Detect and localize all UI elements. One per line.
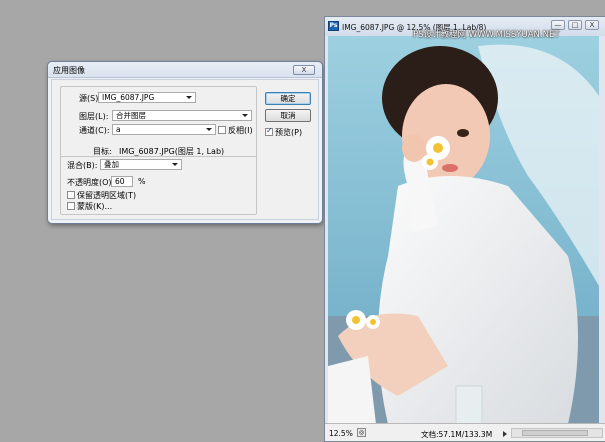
status-info-icon[interactable]: ◎ bbox=[357, 428, 366, 437]
blending-select[interactable]: 叠加 bbox=[100, 159, 182, 170]
mask-label: 蒙版(K)... bbox=[77, 202, 113, 211]
preserve-transparency-label: 保留透明区域(T) bbox=[77, 191, 137, 200]
preview-checkbox[interactable] bbox=[265, 126, 273, 136]
layer-select[interactable]: 合并图层 bbox=[112, 110, 252, 121]
channel-select[interactable]: a bbox=[112, 124, 216, 135]
opacity-input[interactable]: 60 bbox=[111, 176, 133, 187]
status-menu-arrow-icon[interactable] bbox=[503, 431, 507, 437]
opacity-label: 不透明度(O): bbox=[67, 178, 115, 187]
document-size: 文档:57.1M/133.3M bbox=[421, 430, 493, 439]
watermark-url: WWW.MISSYUAN.NET bbox=[468, 30, 560, 40]
mask-checkbox[interactable] bbox=[67, 202, 75, 210]
blending-label: 混合(B): bbox=[67, 161, 98, 170]
blending-group: 混合(B): 叠加 不透明度(O): 60 % 保留透明区域(T) 蒙版(K).… bbox=[60, 156, 257, 215]
source-select[interactable]: IMG_6087.JPG bbox=[98, 92, 196, 103]
cancel-button[interactable]: 取消 bbox=[265, 109, 311, 122]
document-window: Ps IMG_6087.JPG @ 12.5% (图层 1, Lab/8) — … bbox=[324, 16, 605, 442]
channel-value: a bbox=[116, 125, 121, 134]
chevron-down-icon bbox=[242, 114, 248, 117]
ok-button[interactable]: 确定 bbox=[265, 92, 311, 105]
scrollbar-thumb[interactable] bbox=[522, 430, 588, 436]
dialog-close-button[interactable]: X bbox=[293, 65, 315, 75]
chevron-down-icon bbox=[186, 96, 192, 99]
layer-label: 图层(L): bbox=[79, 112, 109, 121]
channel-label: 通道(C): bbox=[79, 126, 110, 135]
watermark-text: PS设计教程网 WWW.MISSYUAN.NET bbox=[413, 28, 560, 40]
photoshop-document-icon: Ps bbox=[328, 21, 339, 31]
source-value: IMG_6087.JPG bbox=[102, 93, 155, 102]
invert-checkbox[interactable] bbox=[218, 126, 226, 134]
zoom-level[interactable]: 12.5% bbox=[329, 429, 353, 438]
watermark-site-name: PS设计教程网 bbox=[413, 30, 467, 40]
window-close-button[interactable]: X bbox=[585, 20, 599, 30]
blending-value: 叠加 bbox=[104, 160, 119, 169]
chevron-down-icon bbox=[206, 128, 212, 131]
maximize-button[interactable]: □ bbox=[568, 20, 582, 30]
document-statusbar: 12.5% ◎ 文档:57.1M/133.3M bbox=[325, 423, 605, 441]
document-canvas[interactable] bbox=[328, 36, 599, 424]
chevron-down-icon bbox=[172, 163, 178, 166]
dialog-body: 源(S): IMG_6087.JPG 图层(L): 合并图层 通道(C): a … bbox=[51, 79, 319, 220]
layer-value: 合并图层 bbox=[116, 111, 146, 120]
preview-label: 预览(P) bbox=[275, 128, 303, 137]
preserve-transparency-checkbox[interactable] bbox=[67, 191, 75, 199]
horizontal-scrollbar[interactable] bbox=[511, 428, 603, 438]
photo-illustration bbox=[328, 36, 599, 424]
dialog-titlebar[interactable]: 应用图像 X bbox=[48, 62, 322, 78]
invert-label: 反相(I) bbox=[228, 126, 253, 135]
opacity-unit: % bbox=[138, 177, 146, 186]
source-group: 源(S): IMG_6087.JPG 图层(L): 合并图层 通道(C): a … bbox=[60, 86, 257, 161]
dialog-title: 应用图像 bbox=[53, 66, 85, 75]
apply-image-dialog: 应用图像 X 源(S): IMG_6087.JPG 图层(L): 合并图层 通道… bbox=[47, 61, 323, 224]
